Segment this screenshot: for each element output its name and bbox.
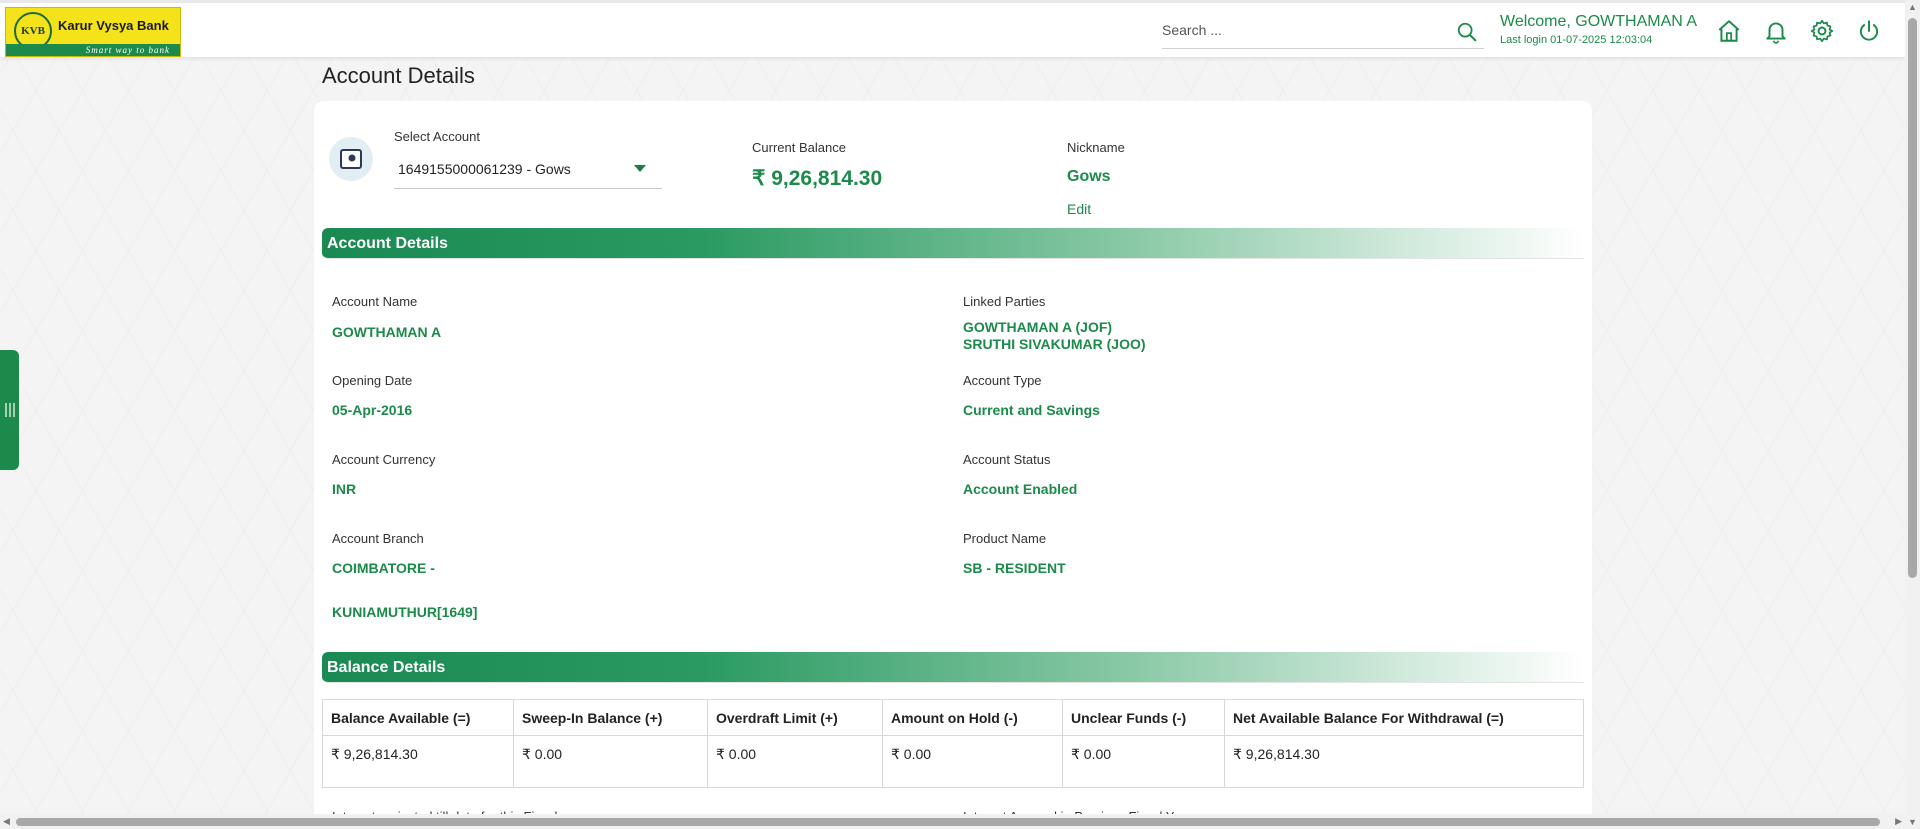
table-cell: ₹ 0.00 bbox=[707, 735, 883, 788]
account-branch-value-line2: KUNIAMUTHUR[1649] bbox=[332, 604, 478, 620]
account-select[interactable]: 1649155000061239 - Gows bbox=[394, 149, 662, 189]
home-icon[interactable] bbox=[1716, 18, 1742, 44]
menu-handle-icon bbox=[4, 403, 15, 417]
bank-logo[interactable]: KVB Karur Vysya Bank Smart way to bank bbox=[5, 7, 181, 57]
table-cell: ₹ 9,26,814.30 bbox=[322, 735, 514, 788]
current-balance-label: Current Balance bbox=[752, 140, 846, 155]
product-name-label: Product Name bbox=[963, 531, 1047, 546]
edit-nickname-link[interactable]: Edit bbox=[1067, 201, 1091, 217]
account-type-value: Current and Savings bbox=[963, 402, 1100, 418]
opening-date-value: 05-Apr-2016 bbox=[332, 402, 413, 418]
account-status-label: Account Status bbox=[963, 452, 1051, 467]
horizontal-scrollbar[interactable]: ◀ ▶ bbox=[0, 814, 1905, 829]
scroll-right-icon[interactable]: ▶ bbox=[1895, 816, 1902, 827]
vertical-scrollbar[interactable]: ▲ ▼ bbox=[1905, 0, 1920, 829]
power-icon[interactable] bbox=[1856, 18, 1882, 44]
logo-tagline: Smart way to bank bbox=[6, 44, 180, 56]
table-cell: ₹ 9,26,814.30 bbox=[1224, 735, 1584, 788]
account-details-heading: Account Details bbox=[322, 228, 1584, 259]
table-row: ₹ 9,26,814.30 ₹ 0.00 ₹ 0.00 ₹ 0.00 ₹ 0.0… bbox=[322, 735, 1584, 788]
balance-table: Balance Available (=) Sweep-In Balance (… bbox=[322, 699, 1584, 788]
account-currency-value: INR bbox=[332, 481, 357, 497]
search-input[interactable] bbox=[1162, 15, 1442, 45]
side-menu-toggle[interactable] bbox=[0, 350, 19, 470]
scroll-down-icon[interactable]: ▼ bbox=[1908, 817, 1917, 827]
welcome-text: Welcome, GOWTHAMAN A bbox=[1500, 13, 1698, 30]
horizontal-scroll-thumb[interactable] bbox=[16, 818, 1880, 826]
balance-details-heading: Balance Details bbox=[322, 652, 1584, 683]
account-status-value: Account Enabled bbox=[963, 481, 1078, 497]
logo-bank-name: Karur Vysya Bank bbox=[58, 18, 169, 33]
welcome-block: Welcome, GOWTHAMAN A Last login 01-07-20… bbox=[1500, 13, 1697, 46]
vertical-scroll-thumb[interactable] bbox=[1908, 18, 1917, 578]
chevron-down-icon[interactable] bbox=[634, 165, 646, 172]
table-cell: ₹ 0.00 bbox=[513, 735, 708, 788]
linked-party-1: GOWTHAMAN A (JOF) bbox=[963, 319, 1113, 335]
account-details-card: Select Account 1649155000061239 - Gows C… bbox=[314, 101, 1592, 829]
account-name-value: GOWTHAMAN A bbox=[332, 324, 442, 340]
select-account-label: Select Account bbox=[394, 129, 480, 144]
scroll-left-icon[interactable]: ◀ bbox=[3, 816, 10, 827]
linked-party-2: SRUTHI SIVAKUMAR (JOO) bbox=[963, 336, 1146, 352]
table-header-row: Balance Available (=) Sweep-In Balance (… bbox=[322, 699, 1584, 736]
nickname-value: Gows bbox=[1067, 168, 1111, 185]
col-header: Net Available Balance For Withdrawal (=) bbox=[1224, 699, 1584, 736]
table-cell: ₹ 0.00 bbox=[882, 735, 1063, 788]
nickname-label: Nickname bbox=[1067, 140, 1125, 155]
selected-account-value: 1649155000061239 - Gows bbox=[398, 161, 571, 177]
col-header: Amount on Hold (-) bbox=[882, 699, 1063, 736]
col-header: Sweep-In Balance (+) bbox=[513, 699, 708, 736]
account-branch-label: Account Branch bbox=[332, 531, 424, 546]
table-cell: ₹ 0.00 bbox=[1062, 735, 1225, 788]
page-title: Account Details bbox=[322, 63, 475, 88]
linked-parties-label: Linked Parties bbox=[963, 294, 1046, 309]
opening-date-label: Opening Date bbox=[332, 373, 413, 388]
col-header: Balance Available (=) bbox=[322, 699, 514, 736]
account-currency-label: Account Currency bbox=[332, 452, 436, 467]
col-header: Overdraft Limit (+) bbox=[707, 699, 883, 736]
account-name-label: Account Name bbox=[332, 294, 418, 309]
account-icon bbox=[329, 137, 373, 181]
current-balance-value: ₹ 9,26,814.30 bbox=[752, 167, 883, 190]
gear-icon[interactable] bbox=[1809, 18, 1835, 44]
last-login-text: Last login 01-07-2025 12:03:04 bbox=[1500, 34, 1653, 46]
scroll-up-icon[interactable]: ▲ bbox=[1908, 2, 1917, 12]
product-name-value: SB - RESIDENT bbox=[963, 560, 1066, 576]
top-header: KVB Karur Vysya Bank Smart way to bank W… bbox=[0, 0, 1905, 57]
bell-icon[interactable] bbox=[1763, 18, 1789, 44]
search-box bbox=[1162, 15, 1484, 49]
account-type-label: Account Type bbox=[963, 373, 1042, 388]
search-icon[interactable] bbox=[1456, 21, 1478, 43]
col-header: Unclear Funds (-) bbox=[1062, 699, 1225, 736]
account-branch-value-line1: COIMBATORE - bbox=[332, 560, 435, 576]
